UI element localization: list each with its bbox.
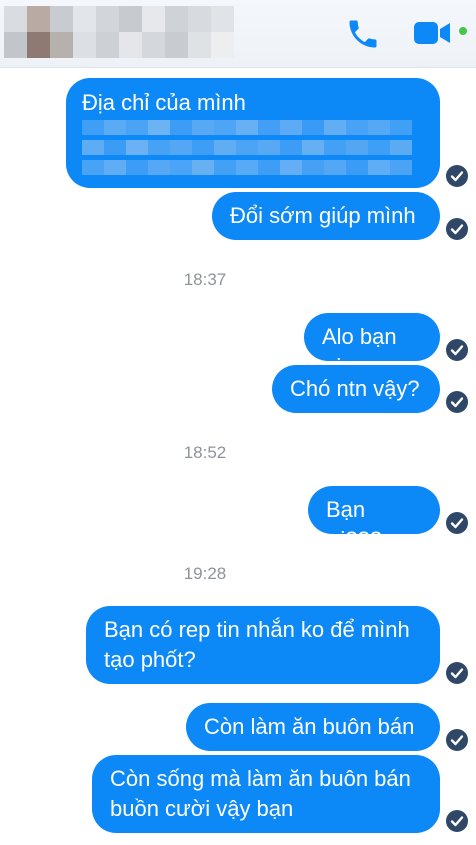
phone-icon[interactable] [345,16,381,52]
message-bubble[interactable]: Còn sống mà làm ăn buôn bán buồn cười vậ… [92,755,440,833]
timestamp: 18:52 [183,443,227,462]
message-text: Chó ntn vậy? [290,376,420,401]
message-text: Đổi sớm giúp mình [230,203,416,228]
message-bubble[interactable]: Bạn có rep tin nhắn ko để mình tạo phốt? [86,606,440,684]
video-camera-icon[interactable] [412,17,452,49]
timestamp: 18:37 [183,270,227,289]
delivered-check-icon [446,391,468,413]
online-status-dot [457,25,469,37]
contact-name-redacted [4,6,234,58]
delivered-check-icon [446,512,468,534]
delivered-check-icon [446,339,468,361]
message-text-line: buồn cười vậy bạn [110,796,294,821]
message-text-line: Bạn có rep tin nhắn ko để mình [104,617,410,642]
address-redacted [82,120,416,180]
delivered-check-icon [446,218,468,240]
message-bubble[interactable]: Đổi sớm giúp mình [212,192,440,240]
message-text-line: Còn sống mà làm ăn buôn bán [110,766,411,791]
delivered-check-icon [446,810,468,832]
message-text: Bạn ơi??? [326,497,383,552]
message-text-line: tạo phốt? [104,647,196,672]
chat-header [0,0,476,68]
delivered-check-icon [446,165,468,187]
message-bubble[interactable]: Bạn ơi??? [308,486,440,552]
timestamp: 19:28 [183,564,227,583]
message-bubble[interactable]: Alo bạn ơi [304,313,440,379]
message-bubble[interactable]: Còn làm ăn buôn bán [186,703,440,751]
message-bubble[interactable]: Chó ntn vậy? [272,365,440,413]
message-text: Địa chỉ của mình [82,90,246,115]
message-text: Còn làm ăn buôn bán [204,714,415,739]
message-bubble-address[interactable]: Địa chỉ của mình [66,78,440,188]
delivered-check-icon [446,662,468,684]
delivered-check-icon [446,729,468,751]
